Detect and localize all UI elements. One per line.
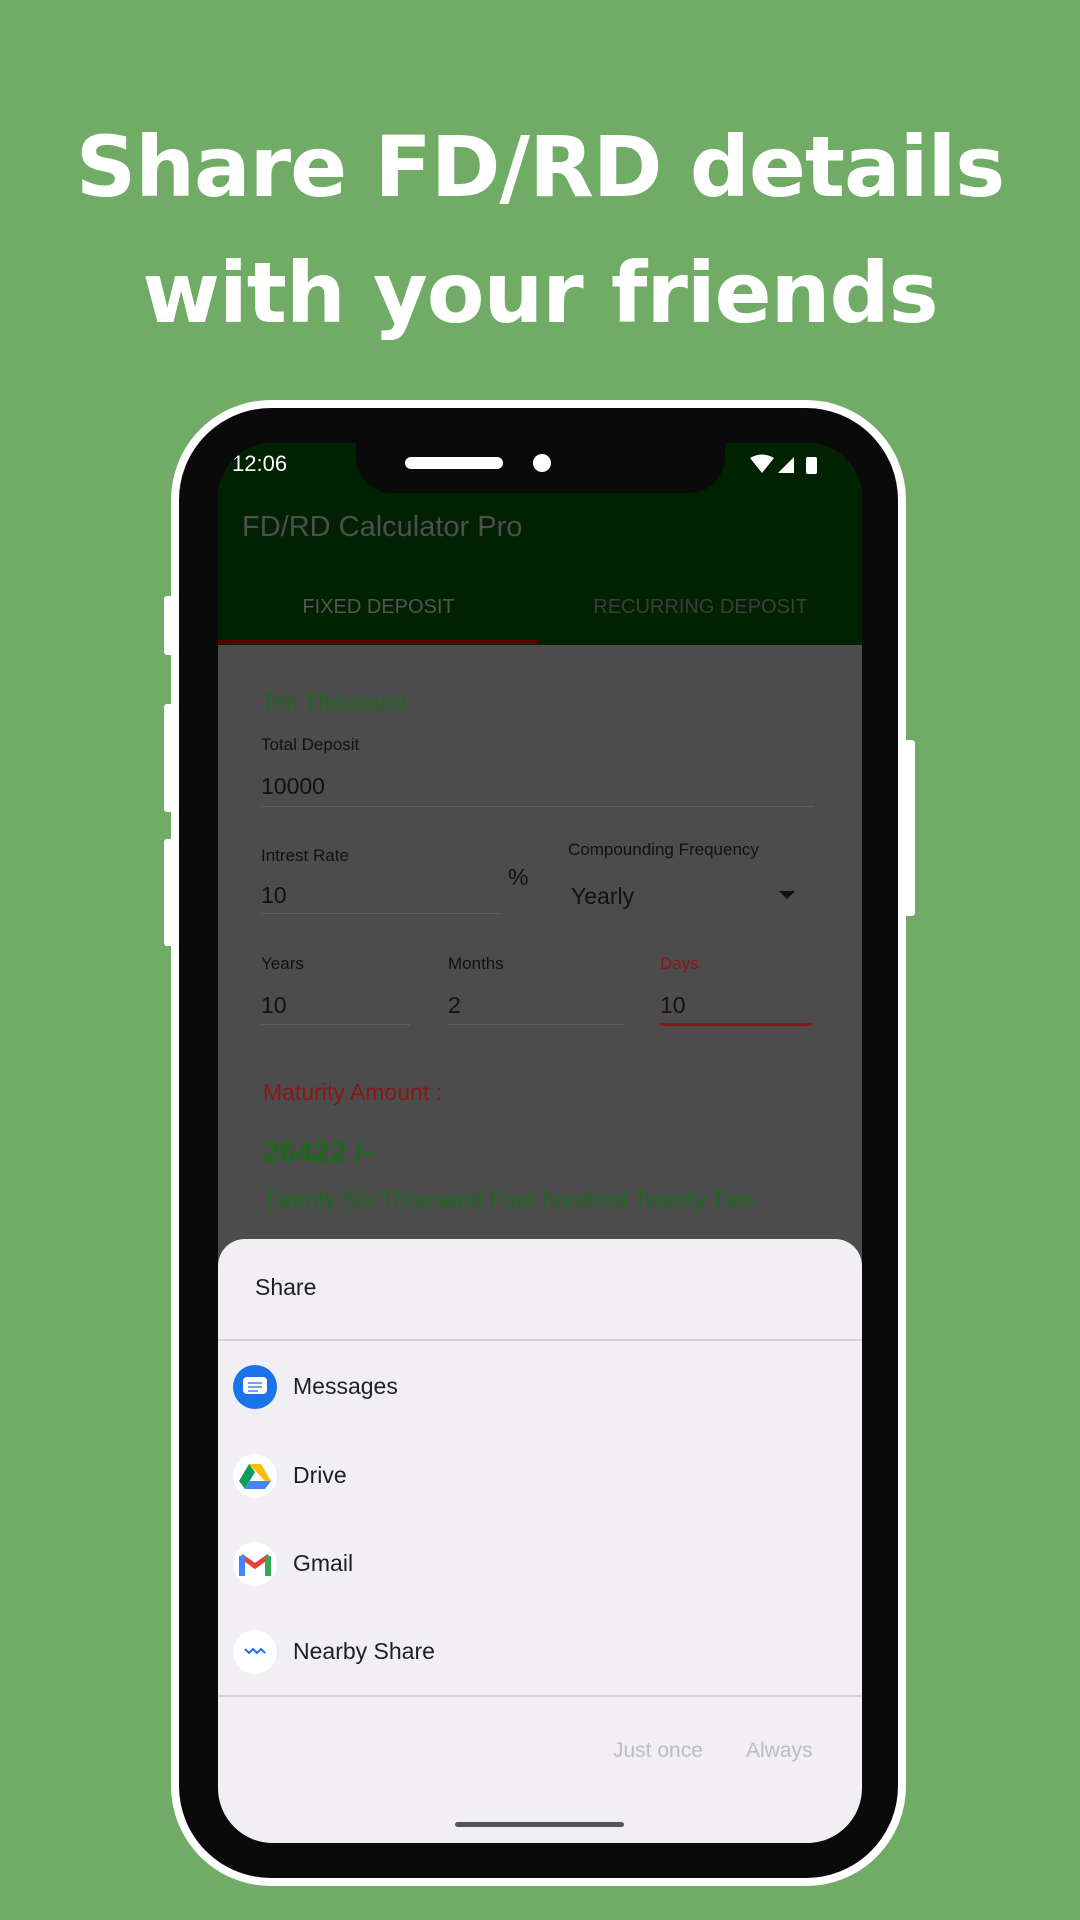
percent-unit: %: [508, 864, 529, 890]
days-input[interactable]: 10: [660, 992, 686, 1019]
years-underline: [261, 1024, 410, 1025]
divider: [218, 1339, 862, 1341]
share-target-drive[interactable]: Drive: [218, 1432, 862, 1520]
phone-screen: 12:06 FD/RD Calculator Pro FIXED DEPOSIT…: [218, 443, 862, 1843]
compounding-frequency-label: Compounding Frequency: [568, 840, 759, 859]
nearby-share-icon: [233, 1630, 277, 1674]
days-underline-focused: [660, 1023, 812, 1026]
tab-recurring-deposit[interactable]: RECURRING DEPOSIT: [539, 596, 862, 619]
maturity-amount-words: Twenty Six Thousand Four hundred Twenty …: [263, 1186, 754, 1212]
app-bar: 12:06 FD/RD Calculator Pro FIXED DEPOSIT…: [218, 443, 862, 645]
status-icons: [750, 454, 817, 474]
status-time: 12:06: [232, 451, 288, 476]
camera-notch: [356, 443, 725, 493]
tab-fixed-deposit[interactable]: FIXED DEPOSIT: [218, 596, 539, 619]
share-target-gmail[interactable]: Gmail: [218, 1520, 862, 1608]
share-sheet: Share Messages Drive Gmail Nearby Share: [218, 1239, 862, 1843]
years-label: Years: [261, 954, 304, 973]
headline-line-2: with your friends: [142, 244, 938, 342]
phone-power-button: [903, 740, 915, 916]
months-input[interactable]: 2: [448, 992, 461, 1019]
share-sheet-title: Share: [255, 1274, 317, 1300]
active-tab-indicator: [218, 640, 539, 644]
interest-rate-label: Intrest Rate: [261, 846, 349, 865]
share-target-label: Messages: [293, 1373, 398, 1399]
total-deposit-underline: [261, 806, 814, 807]
gmail-icon: [233, 1542, 277, 1586]
phone-side-button: [164, 596, 174, 655]
interest-rate-underline: [261, 913, 500, 914]
total-deposit-input[interactable]: 10000: [261, 773, 325, 800]
phone-volume-down-button: [164, 839, 174, 946]
maturity-amount-label: Maturity Amount :: [263, 1079, 442, 1105]
share-target-label: Gmail: [293, 1550, 354, 1576]
compounding-frequency-select[interactable]: Yearly: [571, 883, 634, 910]
wifi-icon: [750, 454, 774, 473]
months-underline: [448, 1024, 624, 1025]
share-target-label: Drive: [293, 1462, 347, 1488]
share-target-nearby-share[interactable]: Nearby Share: [218, 1608, 862, 1696]
maturity-amount-value: 26422 /-: [263, 1136, 374, 1169]
front-camera: [533, 454, 551, 472]
always-button[interactable]: Always: [746, 1739, 813, 1763]
home-indicator[interactable]: [455, 1822, 624, 1827]
total-deposit-label: Total Deposit: [261, 735, 360, 754]
drive-icon: [233, 1454, 277, 1498]
days-label: Days: [660, 954, 699, 973]
share-target-label: Nearby Share: [293, 1638, 435, 1664]
signal-icon: [778, 457, 794, 473]
headline-line-1: Share FD/RD details: [75, 118, 1006, 216]
years-input[interactable]: 10: [261, 992, 287, 1019]
battery-icon: [806, 457, 817, 474]
speaker-grille: [405, 457, 503, 469]
divider: [218, 1695, 862, 1697]
amount-in-words: Ten Thousand: [261, 689, 407, 715]
share-target-messages[interactable]: Messages: [218, 1343, 862, 1431]
months-label: Months: [448, 954, 504, 973]
interest-rate-input[interactable]: 10: [261, 882, 287, 909]
dropdown-arrow-icon[interactable]: [779, 891, 795, 899]
phone-volume-up-button: [164, 704, 174, 812]
app-title: FD/RD Calculator Pro: [242, 511, 523, 543]
just-once-button[interactable]: Just once: [613, 1739, 703, 1763]
messages-icon: [233, 1365, 277, 1409]
